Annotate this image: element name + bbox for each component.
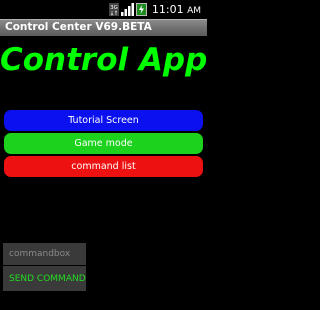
- window-title: Control Center V69.BETA: [5, 21, 152, 33]
- network-3g-label: 3G: [110, 5, 118, 11]
- signal-icon: [120, 3, 134, 16]
- status-icons: 3G 11:01 AM: [108, 2, 201, 17]
- status-time-value: 11:01: [151, 3, 184, 16]
- network-3g-icon: 3G: [108, 3, 119, 16]
- battery-icon: [135, 3, 147, 16]
- game-mode-button[interactable]: Game mode: [4, 133, 203, 154]
- status-bar: 3G 11:01 AM: [0, 0, 207, 19]
- app-heading: Control App: [0, 42, 208, 78]
- tutorial-screen-button[interactable]: Tutorial Screen: [4, 110, 203, 131]
- command-input[interactable]: [3, 243, 86, 265]
- send-command-button[interactable]: SEND COMMAND: [3, 266, 86, 291]
- title-bar: Control Center V69.BETA: [0, 19, 207, 36]
- command-list-button[interactable]: command list: [4, 156, 203, 177]
- status-time: 11:01 AM: [152, 3, 201, 16]
- status-time-suffix: AM: [187, 6, 201, 16]
